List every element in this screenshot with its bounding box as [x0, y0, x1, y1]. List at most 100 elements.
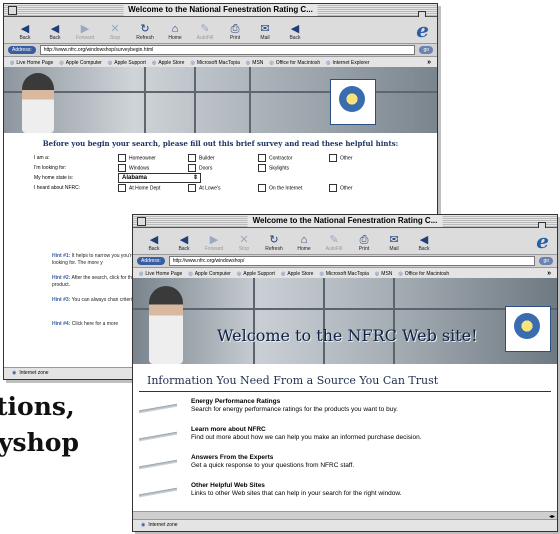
hint-3: Hint #3: You can always chan criteria.	[52, 297, 137, 303]
favorite-link[interactable]: Microsoft MacTopia	[190, 60, 240, 66]
favorite-link[interactable]: Office for Macintosh	[398, 271, 449, 277]
banner-image	[4, 67, 437, 133]
toolbar-button-back[interactable]: ◀ Back	[280, 23, 310, 43]
close-box[interactable]	[8, 6, 17, 15]
address-bar: Address: http://www.nfrc.org/windowshop/…	[4, 44, 437, 57]
favorite-link[interactable]: Apple Computer	[59, 60, 102, 66]
toolbar-button-label: Forward	[75, 35, 95, 41]
toolbar-button-label: Mail	[389, 246, 399, 252]
toolbar-button-label: Back	[49, 35, 61, 41]
toolbar-button-mail[interactable]: ✉ Mail	[379, 234, 409, 254]
back-arrow-icon: ◀	[50, 23, 60, 35]
checkbox-doors[interactable]: Doors	[188, 164, 212, 172]
favorite-link[interactable]: MSN	[246, 60, 263, 66]
window-title: Welcome to the National Fenestration Rat…	[247, 215, 443, 227]
toolbar-button-label: Refresh	[136, 35, 154, 41]
toolbar-button-forward[interactable]: ▶ Forward	[70, 23, 100, 43]
toolbar-button-mail[interactable]: ✉ Mail	[250, 23, 280, 43]
favorite-link[interactable]: Apple Store	[281, 271, 313, 277]
toolbar-button-print[interactable]: ⎙ Print	[349, 234, 379, 254]
toolbar-button-label: Forward	[204, 246, 224, 252]
divider	[139, 391, 551, 392]
forward-arrow-icon: ▶	[80, 23, 90, 35]
go-button[interactable]: go	[419, 46, 433, 54]
toolbar-button-label: Mail	[260, 35, 270, 41]
checkbox-homeowner[interactable]: Homeowner	[118, 154, 156, 162]
favorite-link[interactable]: Apple Computer	[188, 271, 231, 277]
back-arrow-icon: ◀	[179, 234, 189, 246]
checkbox-windows[interactable]: Windows	[118, 164, 149, 172]
mail-icon: ✉	[260, 23, 270, 35]
hint-4[interactable]: Hint #4: Click here for a more	[52, 321, 142, 328]
survey-row-i-am: I am a: Homeowner Builder Contractor Oth…	[4, 154, 437, 164]
zoom-box[interactable]	[417, 6, 433, 37]
toolbar-button-stop[interactable]: ✕ Stop	[100, 23, 130, 43]
toolbar-button-refresh[interactable]: ↻ Refresh	[130, 23, 160, 43]
globe-icon: ◉	[12, 370, 17, 376]
toolbar-button-home[interactable]: ⌂ Home	[160, 23, 190, 43]
favorite-link[interactable]: MSN	[375, 271, 392, 277]
address-field[interactable]: http://www.nfrc.org/windowshop/	[168, 256, 536, 266]
i-am-label: I am a:	[34, 155, 50, 161]
toolbar-button-label: Back	[148, 246, 160, 252]
hint-2: Hint #2: After the search, click for tha…	[52, 275, 137, 288]
print-icon: ⎙	[230, 23, 240, 35]
checkbox-internet[interactable]: On the Internet	[258, 184, 302, 192]
favorite-link[interactable]: Apple Support	[108, 60, 146, 66]
info-heading: Information You Need From a Source You C…	[147, 374, 439, 387]
link-energy-ratings[interactable]: Energy Performance Ratings Search for en…	[133, 398, 557, 426]
back-arrow-icon: ◀	[20, 23, 30, 35]
toolbar-button-print[interactable]: ⎙ Print	[220, 23, 250, 43]
checkbox-contractor[interactable]: Contractor	[258, 154, 292, 162]
favorite-link[interactable]: Live Home Page	[10, 60, 53, 66]
toolbar-button-label: Back	[418, 246, 430, 252]
favorite-link[interactable]: Apple Store	[152, 60, 184, 66]
back-arrow-icon: ◀	[149, 234, 159, 246]
toolbar-button-home[interactable]: ⌂ Home	[289, 234, 319, 254]
favorite-link[interactable]: Microsoft MacTopia	[319, 271, 369, 277]
checkbox-heard-other[interactable]: Other	[329, 184, 353, 192]
go-button[interactable]: go	[539, 257, 553, 265]
pen-icon	[139, 430, 177, 444]
state-select[interactable]: Alabama ⇕	[118, 173, 201, 183]
favorite-link[interactable]: Office for Macintosh	[269, 60, 320, 66]
pen-icon	[139, 402, 177, 416]
toolbar-button-autofill[interactable]: ✎ AutoFill	[190, 23, 220, 43]
toolbar-button-back[interactable]: ◀ Back	[169, 234, 199, 254]
link-other-sites[interactable]: Other Helpful Web Sites Links to other W…	[133, 482, 557, 510]
toolbar-button-autofill[interactable]: ✎ AutoFill	[319, 234, 349, 254]
toolbar-button-label: Back	[19, 35, 31, 41]
checkbox-other[interactable]: Other	[329, 154, 353, 162]
back-arrow-icon: ◀	[419, 234, 429, 246]
toolbar-button-label: AutoFill	[325, 246, 343, 252]
toolbar-button-label: Print	[358, 246, 370, 252]
forward-arrow-icon: ▶	[209, 234, 219, 246]
toolbar-button-back[interactable]: ◀ Back	[40, 23, 70, 43]
checkbox-skylights[interactable]: Skylights	[258, 164, 289, 172]
address-field[interactable]: http://www.nfrc.org/windowshop/surveybeg…	[39, 45, 416, 55]
back-arrow-icon: ◀	[290, 23, 300, 35]
toolbar-button-back[interactable]: ◀ Back	[139, 234, 169, 254]
internet-explorer-logo-icon: e	[416, 18, 429, 42]
toolbar-button-stop[interactable]: ✕ Stop	[229, 234, 259, 254]
title-bar[interactable]: Welcome to the National Fenestration Rat…	[133, 215, 557, 248]
toolbar-button-label: AutoFill	[196, 35, 214, 41]
link-experts[interactable]: Answers From the Experts Get a quick res…	[133, 454, 557, 482]
toolbar-button-back[interactable]: ◀ Back	[409, 234, 439, 254]
refresh-icon: ↻	[140, 23, 150, 35]
toolbar-button-label: Stop	[109, 35, 121, 41]
checkbox-builder[interactable]: Builder	[188, 154, 215, 162]
checkbox-lowes[interactable]: At Lowe's	[188, 184, 221, 192]
favorite-link[interactable]: Apple Support	[237, 271, 275, 277]
favorite-link[interactable]: Live Home Page	[139, 271, 182, 277]
close-box[interactable]	[137, 217, 146, 226]
link-learn-nfrc[interactable]: Learn more about NFRC Find out more abou…	[133, 426, 557, 454]
toolbar-button-forward[interactable]: ▶ Forward	[199, 234, 229, 254]
favorite-link[interactable]: Internet Explorer	[326, 60, 370, 66]
zoom-box[interactable]	[537, 217, 553, 248]
toolbar-button-back[interactable]: ◀ Back	[10, 23, 40, 43]
window-title: Welcome to the National Fenestration Rat…	[123, 4, 318, 16]
checkbox-home-dept[interactable]: At Home Dept	[118, 184, 160, 192]
toolbar-button-refresh[interactable]: ↻ Refresh	[259, 234, 289, 254]
title-bar[interactable]: Welcome to the National Fenestration Rat…	[4, 4, 437, 37]
